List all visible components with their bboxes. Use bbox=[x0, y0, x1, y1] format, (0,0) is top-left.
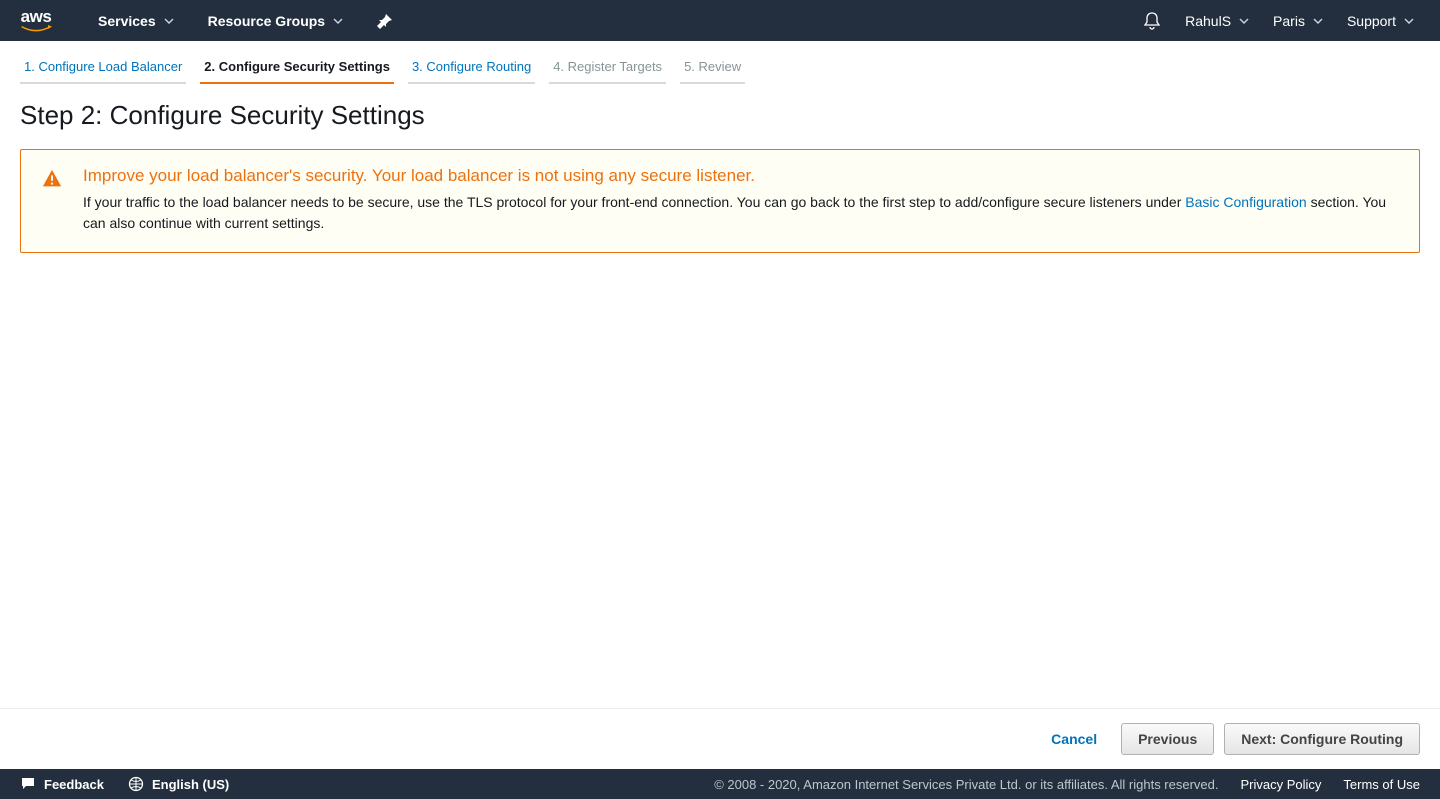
privacy-policy-link[interactable]: Privacy Policy bbox=[1241, 777, 1322, 792]
services-label: Services bbox=[98, 13, 156, 29]
warning-icon bbox=[41, 168, 63, 190]
wizard-tabs: 1. Configure Load Balancer 2. Configure … bbox=[0, 41, 1440, 84]
nav-right-menu: RahulS Paris Support bbox=[1137, 8, 1420, 34]
chat-icon bbox=[20, 776, 36, 792]
support-label: Support bbox=[1347, 13, 1396, 29]
support-menu[interactable]: Support bbox=[1341, 9, 1420, 33]
wizard-tab-configure-load-balancer[interactable]: 1. Configure Load Balancer bbox=[20, 55, 186, 84]
chevron-down-icon bbox=[164, 16, 174, 26]
page-title: Step 2: Configure Security Settings bbox=[20, 100, 1420, 131]
chevron-down-icon bbox=[333, 16, 343, 26]
services-menu[interactable]: Services bbox=[92, 9, 180, 33]
alert-text-part1: If your traffic to the load balancer nee… bbox=[83, 194, 1185, 210]
bottom-bar: Feedback English (US) © 2008 - 2020, Ama… bbox=[0, 769, 1440, 799]
region-menu[interactable]: Paris bbox=[1267, 9, 1329, 33]
alert-text: If your traffic to the load balancer nee… bbox=[83, 192, 1399, 234]
notifications[interactable] bbox=[1137, 8, 1167, 34]
alert-body: Improve your load balancer's security. Y… bbox=[83, 166, 1399, 234]
account-menu[interactable]: RahulS bbox=[1179, 9, 1255, 33]
top-nav: aws Services Resource Groups bbox=[0, 0, 1440, 41]
chevron-down-icon bbox=[1313, 16, 1323, 26]
feedback-link[interactable]: Feedback bbox=[20, 776, 104, 792]
language-selector[interactable]: English (US) bbox=[128, 776, 229, 792]
copyright-text: © 2008 - 2020, Amazon Internet Services … bbox=[714, 777, 1218, 792]
bell-icon bbox=[1143, 12, 1161, 30]
previous-button[interactable]: Previous bbox=[1121, 723, 1214, 755]
language-label: English (US) bbox=[152, 777, 229, 792]
globe-icon bbox=[128, 776, 144, 792]
chevron-down-icon bbox=[1239, 16, 1249, 26]
cancel-button[interactable]: Cancel bbox=[1037, 723, 1111, 755]
aws-logo-text: aws bbox=[21, 8, 52, 25]
bottom-left: Feedback English (US) bbox=[20, 776, 229, 792]
basic-configuration-link[interactable]: Basic Configuration bbox=[1185, 194, 1306, 210]
nav-left-menu: Services Resource Groups bbox=[92, 9, 421, 33]
aws-logo[interactable]: aws bbox=[18, 8, 54, 33]
wizard-tab-register-targets: 4. Register Targets bbox=[549, 55, 666, 84]
feedback-label: Feedback bbox=[44, 777, 104, 792]
terms-of-use-link[interactable]: Terms of Use bbox=[1343, 777, 1420, 792]
alert-heading: Improve your load balancer's security. Y… bbox=[83, 166, 1399, 186]
security-alert: Improve your load balancer's security. Y… bbox=[20, 149, 1420, 253]
bottom-right: © 2008 - 2020, Amazon Internet Services … bbox=[714, 777, 1420, 792]
resource-groups-menu[interactable]: Resource Groups bbox=[202, 9, 349, 33]
wizard-toolbar: Cancel Previous Next: Configure Routing bbox=[0, 708, 1440, 769]
wizard-tab-configure-routing[interactable]: 3. Configure Routing bbox=[408, 55, 535, 84]
region-label: Paris bbox=[1273, 13, 1305, 29]
wizard-tab-review: 5. Review bbox=[680, 55, 745, 84]
wizard-tab-configure-security-settings[interactable]: 2. Configure Security Settings bbox=[200, 55, 394, 84]
account-label: RahulS bbox=[1185, 13, 1231, 29]
resource-groups-label: Resource Groups bbox=[208, 13, 325, 29]
aws-smile-icon bbox=[18, 25, 54, 33]
next-button[interactable]: Next: Configure Routing bbox=[1224, 723, 1420, 755]
main-content: Step 2: Configure Security Settings Impr… bbox=[0, 84, 1440, 708]
pin-shortcut[interactable] bbox=[371, 9, 399, 33]
pin-icon bbox=[377, 13, 393, 29]
chevron-down-icon bbox=[1404, 16, 1414, 26]
